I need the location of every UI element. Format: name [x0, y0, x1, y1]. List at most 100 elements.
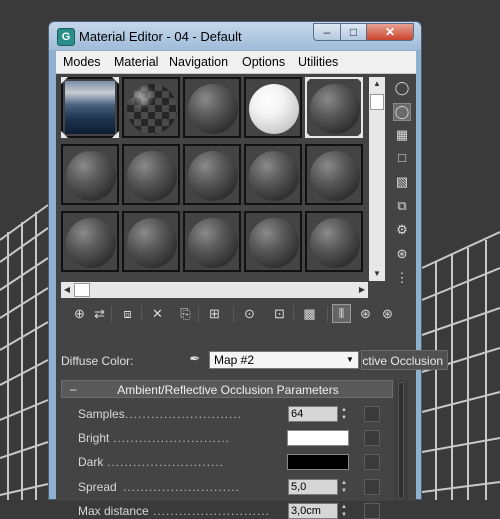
spinner-arrows-icon[interactable]: ▲ ▼ [339, 479, 349, 495]
diffuse-row: Diffuse Color: ✒ Map #2 ▼ Ambient/Reflec… [56, 350, 448, 372]
make-unique-icon[interactable]: ⊞ [206, 305, 223, 322]
spinner-arrows-icon[interactable]: ▲ ▼ [339, 406, 349, 422]
rollout-header[interactable]: – Ambient/Reflective Occlusion Parameter… [61, 380, 393, 398]
chevron-down-icon[interactable]: ▼ [343, 353, 357, 367]
material-sample-slot[interactable] [244, 211, 302, 272]
go-forward-to-sibling-icon[interactable]: ⊛ [379, 305, 396, 322]
ao-parameters-rollout: – Ambient/Reflective Occlusion Parameter… [61, 380, 393, 519]
material-sphere-preview [249, 151, 299, 201]
app-logo-icon: G [57, 28, 75, 46]
material-sphere-preview [188, 84, 238, 134]
material-editor-window[interactable]: G Material Editor - 04 - Default – □ ✕ M… [48, 21, 448, 519]
background-checker-icon[interactable]: ▦ [394, 127, 410, 143]
material-sample-slot[interactable] [61, 144, 119, 205]
material-sphere-preview [66, 151, 116, 201]
sky-map-thumbnail [65, 81, 115, 134]
param-label: Samples [78, 407, 125, 421]
toolbar-separator [111, 306, 112, 322]
put-to-scene-icon[interactable]: ⇄ [91, 305, 108, 322]
rollout-title: Ambient/Reflective Occlusion Parameters [117, 383, 339, 397]
reset-map-icon[interactable]: ✕ [149, 305, 166, 322]
material-sample-slot[interactable] [122, 77, 180, 138]
spinner-arrows-icon[interactable]: ▲ ▼ [339, 503, 349, 519]
editor-content: ▲ ▼ ◀ ▶ ◯ ◯ ▦ □ ▧ ⧉ ⚙ ⊛ ⋮ ⊕ ⇄ ⧈ ✕ ⎘ ⊞ ⊙ ⊡ ▩ ⫴ ⊛ ⊛ Diffuse C… [56, 74, 448, 519]
make-preview-icon[interactable]: ⧉ [394, 198, 410, 214]
video-color-check-icon[interactable]: ▧ [394, 174, 410, 190]
map-name-dropdown[interactable]: Map #2 ▼ [209, 351, 359, 369]
material-sample-slot[interactable] [305, 77, 363, 138]
map-slot-button[interactable] [364, 430, 380, 446]
menu-navigation[interactable]: Navigation [169, 55, 228, 69]
material-sample-slot[interactable] [244, 77, 302, 138]
param-value-field[interactable]: 3,0cm [288, 503, 338, 519]
put-to-library-icon[interactable]: ⊙ [241, 305, 258, 322]
material-sphere-preview [188, 151, 238, 201]
options-icon[interactable]: ⚙ [394, 222, 410, 238]
menu-material[interactable]: Material [114, 55, 158, 69]
material-sphere-preview [249, 218, 299, 268]
panel-scrollbar[interactable] [395, 380, 408, 501]
map-slot-button[interactable] [364, 454, 380, 470]
scroll-thumb[interactable] [370, 94, 384, 110]
go-to-parent-icon[interactable]: ⊛ [357, 305, 374, 322]
param-label: Spread [78, 480, 117, 494]
material-sphere-preview [310, 218, 360, 268]
map-slot-button[interactable] [364, 479, 380, 495]
material-sample-slot[interactable] [122, 144, 180, 205]
scroll-down-icon[interactable]: ▼ [369, 267, 385, 281]
material-sample-slot[interactable] [183, 77, 241, 138]
param-value-field[interactable]: 5,0 [288, 479, 338, 495]
material-sample-slot[interactable] [183, 144, 241, 205]
sample-slots-horizontal-scrollbar[interactable]: ◀ ▶ [61, 282, 368, 298]
menu-modes[interactable]: Modes [63, 55, 101, 69]
map-slot-button[interactable] [364, 406, 380, 422]
make-copy-icon[interactable]: ⎘ [177, 305, 194, 322]
close-button[interactable]: ✕ [366, 23, 414, 41]
material-sphere-preview [310, 84, 360, 134]
backlight-icon[interactable]: ◯ [393, 103, 411, 121]
map-name-value: Map #2 [214, 353, 255, 367]
material-map-navigator-icon[interactable]: ⋮ [394, 270, 410, 286]
material-sphere-preview [127, 151, 177, 201]
map-slot-button[interactable] [364, 503, 380, 519]
color-swatch[interactable] [287, 454, 349, 470]
scroll-up-icon[interactable]: ▲ [369, 77, 385, 91]
material-sample-slot[interactable] [305, 211, 363, 272]
material-id-channel-icon[interactable]: ⊡ [271, 305, 288, 322]
menu-utilities[interactable]: Utilities [298, 55, 338, 69]
eyedropper-icon[interactable]: ✒ [187, 351, 203, 367]
dot-leader: ........................... [107, 455, 225, 469]
scroll-thumb[interactable] [74, 283, 90, 297]
scroll-left-icon[interactable]: ◀ [61, 282, 73, 298]
assign-to-selection-icon[interactable]: ⧈ [119, 305, 136, 322]
material-sample-slot[interactable] [61, 211, 119, 272]
material-sample-slot[interactable] [305, 144, 363, 205]
panel-scroll-thumb[interactable] [398, 382, 404, 499]
sample-type-icon[interactable]: ◯ [394, 80, 410, 96]
show-shaded-in-viewport-icon[interactable]: ▩ [301, 305, 318, 322]
material-sample-slot[interactable] [122, 211, 180, 272]
scroll-right-icon[interactable]: ▶ [356, 282, 368, 298]
sample-slots-vertical-scrollbar[interactable]: ▲ ▼ [369, 77, 385, 281]
hot-material-corner-marker [61, 77, 68, 84]
material-sample-slot[interactable] [244, 144, 302, 205]
param-value-field[interactable]: 64 [288, 406, 338, 422]
material-sample-slot[interactable] [183, 211, 241, 272]
dot-leader: ........................... [153, 504, 271, 518]
toolbar-separator [198, 306, 199, 322]
show-end-result-icon[interactable]: ⫴ [332, 304, 351, 323]
map-type-button[interactable]: Ambient/Reflective Occlusion [361, 350, 448, 370]
color-swatch[interactable] [287, 430, 349, 446]
minimize-button[interactable]: – [313, 23, 341, 41]
sample-uv-tiling-icon[interactable]: □ [394, 150, 410, 166]
title-bar[interactable]: G Material Editor - 04 - Default – □ ✕ [49, 22, 421, 50]
material-sphere-preview [127, 84, 177, 134]
hot-material-corner-marker [305, 77, 312, 84]
material-sample-slot[interactable] [61, 77, 119, 138]
get-material-icon[interactable]: ⊕ [71, 305, 88, 322]
select-by-material-icon[interactable]: ⊛ [394, 246, 410, 262]
menu-options[interactable]: Options [242, 55, 285, 69]
maximize-button[interactable]: □ [340, 23, 367, 41]
toolbar-separator [233, 306, 234, 322]
sample-slots-grid [61, 77, 368, 281]
